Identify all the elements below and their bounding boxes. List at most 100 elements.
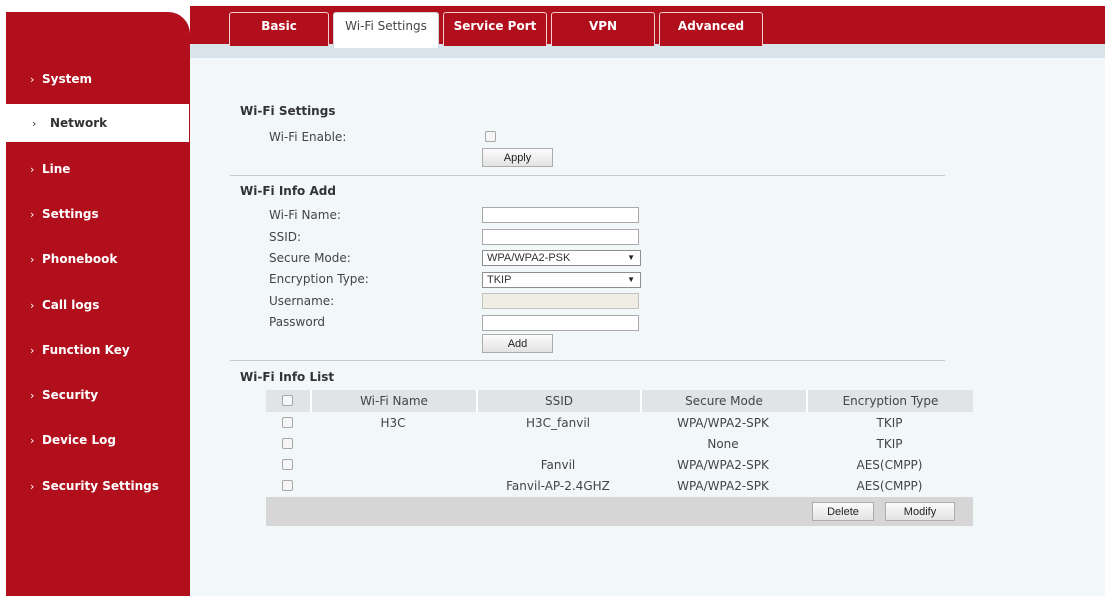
sidebar-item-label: Network xyxy=(50,116,108,130)
header-secure-mode: Secure Mode xyxy=(640,390,806,412)
sidebar-item-settings[interactable]: › Settings xyxy=(6,195,190,233)
sidebar-item-label: Phonebook xyxy=(42,252,118,266)
header-ssid: SSID xyxy=(476,390,640,412)
ssid-label: SSID: xyxy=(269,230,302,244)
section-divider xyxy=(230,360,945,361)
select-all-checkbox[interactable] xyxy=(282,395,293,406)
apply-button[interactable]: Apply xyxy=(482,148,553,167)
sidebar-item-label: Function Key xyxy=(42,343,130,357)
sidebar-item-function-key[interactable]: › Function Key xyxy=(6,331,190,369)
sidebar-item-label: System xyxy=(42,72,92,86)
table-row: None TKIP xyxy=(266,433,973,454)
encryption-type-select[interactable]: TKIP ▼ xyxy=(482,272,641,288)
username-input[interactable] xyxy=(482,293,639,309)
section-divider xyxy=(230,175,945,176)
sidebar-item-network[interactable]: › Network xyxy=(6,104,189,142)
add-button[interactable]: Add xyxy=(482,334,553,353)
row-select-cell xyxy=(266,433,310,454)
chevron-right-icon: › xyxy=(30,72,35,86)
chevron-right-icon: › xyxy=(30,343,35,357)
cell-ssid: Fanvil xyxy=(540,457,576,472)
sidebar-item-device-log[interactable]: › Device Log xyxy=(6,421,190,459)
password-input[interactable] xyxy=(482,315,639,331)
sidebar-item-label: Settings xyxy=(42,207,99,221)
table-row: Fanvil WPA/WPA2-SPK AES(CMPP) xyxy=(266,454,973,475)
tab-wifi-settings[interactable]: Wi-Fi Settings xyxy=(333,12,439,48)
sidebar-item-system[interactable]: › System xyxy=(6,60,190,98)
row-select-cell xyxy=(266,454,310,475)
wifi-settings-title: Wi-Fi Settings xyxy=(240,104,336,118)
sidebar-item-label: Device Log xyxy=(42,433,116,447)
password-label: Password xyxy=(269,315,326,329)
table-footer: Delete Modify xyxy=(266,497,973,526)
table-row: Fanvil-AP-2.4GHZ WPA/WPA2-SPK AES(CMPP) xyxy=(266,475,973,496)
tab-label: Wi-Fi Settings xyxy=(345,19,427,33)
chevron-right-icon: › xyxy=(30,388,35,402)
cell-encryption-type: AES(CMPP) xyxy=(856,478,923,493)
sidebar-item-security[interactable]: › Security xyxy=(6,376,190,414)
sidebar-item-call-logs[interactable]: › Call logs xyxy=(6,286,190,324)
chevron-right-icon: › xyxy=(30,433,35,447)
chevron-right-icon: › xyxy=(32,116,37,130)
tab-basic[interactable]: Basic xyxy=(229,12,329,46)
delete-button[interactable]: Delete xyxy=(812,502,874,521)
cell-encryption-type: TKIP xyxy=(876,415,903,430)
sidebar-item-phonebook[interactable]: › Phonebook xyxy=(6,240,190,278)
row-checkbox[interactable] xyxy=(282,480,293,491)
row-checkbox[interactable] xyxy=(282,417,293,428)
modify-button[interactable]: Modify xyxy=(885,502,955,521)
tab-vpn[interactable]: VPN xyxy=(551,12,655,46)
header-select-cell xyxy=(266,390,310,412)
tab-underbar xyxy=(190,44,1105,58)
chevron-right-icon: › xyxy=(30,298,35,312)
username-label: Username: xyxy=(269,294,335,308)
wifi-add-title: Wi-Fi Info Add xyxy=(240,184,336,198)
wifi-enable-label: Wi-Fi Enable: xyxy=(269,130,347,144)
tab-advanced[interactable]: Advanced xyxy=(659,12,763,46)
row-checkbox[interactable] xyxy=(282,459,293,470)
tab-label: VPN xyxy=(588,19,618,33)
cell-ssid: H3C_fanvil xyxy=(526,415,590,430)
chevron-down-icon: ▼ xyxy=(627,275,635,284)
cell-secure-mode: WPA/WPA2-SPK xyxy=(677,415,769,430)
wifi-name-input[interactable] xyxy=(482,207,639,223)
ssid-input[interactable] xyxy=(482,229,639,245)
cell-secure-mode: None xyxy=(707,436,739,451)
wifi-name-label: Wi-Fi Name: xyxy=(269,208,341,222)
tab-label: Advanced xyxy=(677,19,745,33)
row-select-cell xyxy=(266,412,310,433)
sidebar-item-label: Line xyxy=(42,162,71,176)
cell-encryption-type: AES(CMPP) xyxy=(856,457,923,472)
header-wifi-name: Wi-Fi Name xyxy=(310,390,476,412)
chevron-right-icon: › xyxy=(30,479,35,493)
secure-mode-label: Secure Mode: xyxy=(269,251,351,265)
sidebar-item-label: Call logs xyxy=(42,298,100,312)
cell-wifi-name: H3C xyxy=(380,415,406,430)
row-checkbox[interactable] xyxy=(282,438,293,449)
cell-secure-mode: WPA/WPA2-SPK xyxy=(677,457,769,472)
tab-label: Service Port xyxy=(453,19,537,33)
sidebar-item-line[interactable]: › Line xyxy=(6,150,190,188)
cell-ssid: Fanvil-AP-2.4GHZ xyxy=(506,478,610,493)
tab-label: Basic xyxy=(261,19,297,33)
cell-encryption-type: TKIP xyxy=(876,436,903,451)
header-encryption-type: Encryption Type xyxy=(806,390,973,412)
wifi-info-table: Wi-Fi Name SSID Secure Mode Encryption T… xyxy=(266,390,973,526)
wifi-list-title: Wi-Fi Info List xyxy=(240,370,335,384)
sidebar: › System › Network › Line › Settings › P… xyxy=(6,12,190,596)
chevron-down-icon: ▼ xyxy=(627,253,635,262)
secure-mode-select[interactable]: WPA/WPA2-PSK ▼ xyxy=(482,250,641,266)
row-select-cell xyxy=(266,475,310,496)
wifi-enable-checkbox[interactable] xyxy=(485,131,496,142)
encryption-type-label: Encryption Type: xyxy=(269,272,369,286)
sidebar-item-security-settings[interactable]: › Security Settings xyxy=(6,467,190,505)
tab-service-port[interactable]: Service Port xyxy=(443,12,547,46)
sidebar-item-label: Security xyxy=(42,388,99,402)
chevron-right-icon: › xyxy=(30,252,35,266)
sidebar-item-label: Security Settings xyxy=(42,479,159,493)
chevron-right-icon: › xyxy=(30,162,35,176)
table-row: H3C H3C_fanvil WPA/WPA2-SPK TKIP xyxy=(266,412,973,433)
table-header: Wi-Fi Name SSID Secure Mode Encryption T… xyxy=(266,390,973,412)
encryption-type-value: TKIP xyxy=(487,274,512,286)
cell-secure-mode: WPA/WPA2-SPK xyxy=(677,478,769,493)
